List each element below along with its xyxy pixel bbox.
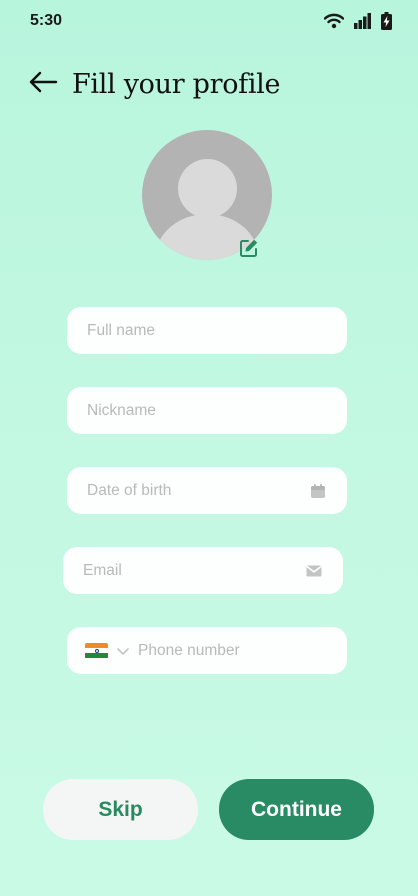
battery-charging-icon <box>381 12 392 30</box>
full-name-input[interactable] <box>87 321 327 340</box>
status-bar: 5:30 <box>0 0 418 44</box>
signal-icon <box>354 13 371 29</box>
email-input[interactable] <box>83 561 305 580</box>
phone-number-input[interactable] <box>138 641 327 660</box>
edit-square-icon <box>239 239 259 262</box>
profile-avatar-section <box>142 130 272 260</box>
chevron-down-icon <box>116 641 130 660</box>
header: Fill your profile <box>28 64 281 104</box>
nickname-field[interactable] <box>67 387 347 434</box>
edit-avatar-button[interactable] <box>239 238 259 258</box>
phone-number-field[interactable] <box>67 627 347 674</box>
continue-button[interactable]: Continue <box>219 779 374 840</box>
status-icons <box>324 12 392 30</box>
calendar-icon[interactable] <box>309 482 327 500</box>
country-code-selector[interactable] <box>85 641 130 660</box>
date-of-birth-field[interactable] <box>67 467 347 514</box>
arrow-left-icon <box>28 71 58 97</box>
avatar-placeholder-head <box>178 159 237 218</box>
skip-button[interactable]: Skip <box>43 779 198 840</box>
back-button[interactable] <box>28 68 60 100</box>
email-field[interactable] <box>63 547 343 594</box>
nickname-input[interactable] <box>87 401 327 420</box>
page-title: Fill your profile <box>72 68 281 100</box>
date-of-birth-input[interactable] <box>87 481 309 500</box>
full-name-field[interactable] <box>67 307 347 354</box>
mail-icon <box>305 562 323 580</box>
wifi-icon <box>324 13 344 29</box>
india-flag-icon <box>85 642 108 659</box>
status-time: 5:30 <box>30 12 63 29</box>
